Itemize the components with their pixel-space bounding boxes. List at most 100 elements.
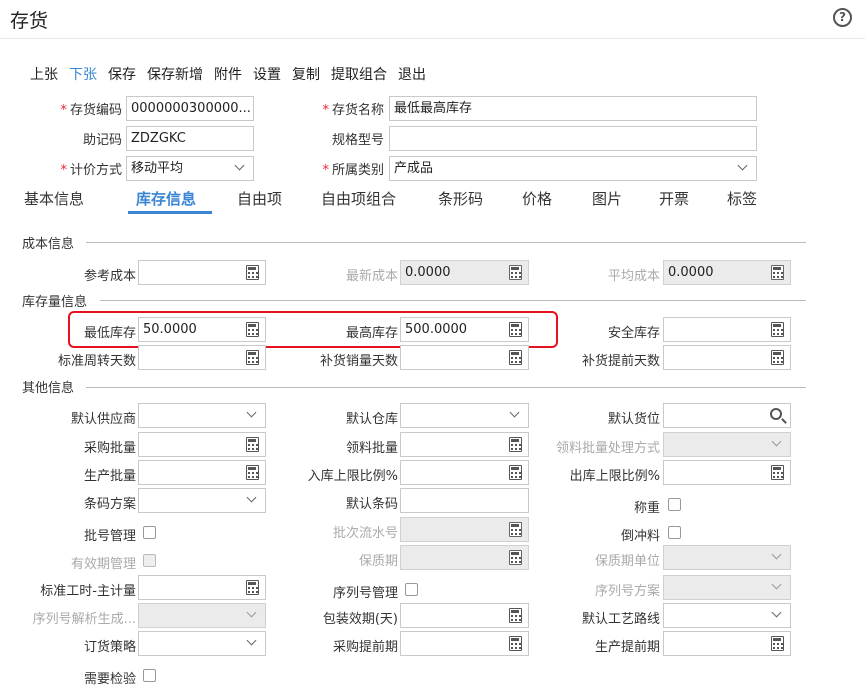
tab-free-items[interactable]: 自由项 — [237, 188, 282, 209]
lead-days-field[interactable] — [663, 345, 791, 370]
shelf-life-label: 保质期 — [358, 554, 398, 569]
calculator-icon[interactable] — [246, 580, 259, 595]
chevron-down-icon — [245, 635, 259, 649]
purchase-lead-field[interactable] — [400, 631, 529, 656]
serial-parse-select — [138, 603, 266, 628]
save-button[interactable]: 保存 — [108, 64, 136, 84]
calculator-icon[interactable] — [771, 636, 784, 651]
spec-field[interactable] — [389, 126, 757, 151]
prev-button[interactable]: 上张 — [30, 64, 58, 84]
calculator-icon[interactable] — [771, 465, 784, 480]
inspect-label: 需要检验 — [83, 672, 136, 687]
expiry-mgmt-checkbox — [143, 554, 156, 567]
calculator-icon[interactable] — [246, 465, 259, 480]
warehouse-select[interactable] — [400, 403, 529, 428]
prod-batch-label: 生产批量 — [83, 469, 136, 484]
latest-cost-label: 最新成本 — [345, 269, 398, 284]
prod-batch-field[interactable] — [138, 460, 266, 485]
route-select[interactable] — [663, 603, 791, 628]
in-limit-field[interactable] — [400, 460, 529, 485]
question-circle-icon[interactable]: ? — [833, 8, 852, 27]
std-hours-field[interactable] — [138, 575, 266, 600]
tab-bar: 基本信息 库存信息 自由项 自由项组合 条形码 价格 图片 开票 标签 — [0, 188, 790, 214]
category-select[interactable]: 产成品 — [389, 156, 757, 181]
calculator-icon[interactable] — [509, 465, 522, 480]
attachment-button[interactable]: 附件 — [214, 64, 242, 84]
pricing-select[interactable]: 移动平均 — [126, 156, 254, 181]
backflush-checkbox[interactable] — [668, 526, 681, 539]
order-strategy-select[interactable] — [138, 631, 266, 656]
supplier-select[interactable] — [138, 403, 266, 428]
batch-mgmt-checkbox[interactable] — [143, 526, 156, 539]
calculator-icon[interactable] — [509, 608, 522, 623]
supplier-label: 默认供应商 — [70, 412, 136, 427]
extract-combo-button[interactable]: 提取组合 — [331, 64, 387, 84]
issue-batch-mode-label: 领料批量处理方式 — [555, 441, 660, 456]
serial-scheme-label: 序列号方案 — [594, 584, 660, 599]
code-field[interactable]: 0000000300000... — [126, 96, 254, 121]
spec-label: 规格型号 — [331, 133, 384, 148]
name-field[interactable]: 最低最高库存 — [389, 96, 757, 121]
tab-basic-info[interactable]: 基本信息 — [24, 188, 84, 209]
purchase-batch-field[interactable] — [138, 432, 266, 457]
weigh-checkbox[interactable] — [668, 498, 681, 511]
category-label: * 所属类别 — [322, 163, 384, 178]
calculator-icon[interactable] — [509, 636, 522, 651]
replenish-days-label: 补货销量天数 — [319, 354, 398, 369]
turnover-days-field[interactable] — [138, 345, 266, 370]
barcode-scheme-select[interactable] — [138, 488, 266, 513]
expiry-mgmt-label: 有效期管理 — [70, 557, 136, 572]
window-title: 存货 — [10, 10, 49, 32]
tab-invoice[interactable]: 开票 — [659, 188, 689, 209]
highlight-box — [68, 311, 558, 348]
header-divider — [0, 38, 865, 39]
save-new-button[interactable]: 保存新增 — [147, 64, 203, 84]
safe-stock-label: 安全库存 — [607, 326, 660, 341]
section-divider — [100, 300, 806, 301]
inspect-checkbox[interactable] — [143, 669, 156, 682]
next-button[interactable]: 下张 — [69, 64, 97, 84]
settings-button[interactable]: 设置 — [253, 64, 281, 84]
prod-lead-field[interactable] — [663, 631, 791, 656]
location-field[interactable] — [663, 403, 791, 428]
serial-mgmt-checkbox[interactable] — [405, 583, 418, 596]
copy-button[interactable]: 复制 — [292, 64, 320, 84]
tab-barcode[interactable]: 条形码 — [438, 188, 483, 209]
ref-cost-field[interactable] — [138, 260, 266, 285]
calculator-icon — [509, 522, 522, 537]
calculator-icon[interactable] — [509, 350, 522, 365]
calculator-icon[interactable] — [246, 350, 259, 365]
batch-serial-label: 批次流水号 — [332, 526, 398, 541]
calculator-icon[interactable] — [771, 350, 784, 365]
mnemonic-field[interactable]: ZDZGKC — [126, 126, 254, 151]
tab-tags[interactable]: 标签 — [727, 188, 757, 209]
barcode-scheme-label: 条码方案 — [83, 497, 136, 512]
calculator-icon[interactable] — [509, 437, 522, 452]
search-icon[interactable] — [770, 408, 782, 420]
section-cost: 成本信息 — [22, 237, 75, 252]
safe-stock-field[interactable] — [663, 317, 791, 342]
default-barcode-field[interactable] — [400, 488, 529, 513]
chevron-down-icon — [770, 607, 784, 621]
tab-price[interactable]: 价格 — [522, 188, 552, 209]
calculator-icon — [771, 265, 784, 280]
serial-parse-label: 序列号解析生成... — [32, 612, 136, 627]
section-divider — [86, 387, 806, 388]
chevron-down-icon — [245, 407, 259, 421]
tab-stock-info[interactable]: 库存信息 — [136, 188, 196, 209]
replenish-days-field[interactable] — [400, 345, 529, 370]
out-limit-field[interactable] — [663, 460, 791, 485]
calculator-icon[interactable] — [246, 437, 259, 452]
pack-field[interactable] — [400, 603, 529, 628]
tab-images[interactable]: 图片 — [592, 188, 622, 209]
chevron-down-icon — [233, 160, 247, 174]
chevron-down-icon — [245, 607, 259, 621]
exit-button[interactable]: 退出 — [398, 64, 426, 84]
std-hours-label: 标准工时-主计量 — [40, 584, 136, 599]
name-label: * 存货名称 — [322, 103, 384, 118]
tab-free-item-combo[interactable]: 自由项组合 — [321, 188, 396, 209]
calculator-icon[interactable] — [246, 265, 259, 280]
issue-batch-field[interactable] — [400, 432, 529, 457]
ref-cost-label: 参考成本 — [83, 269, 136, 284]
calculator-icon[interactable] — [771, 322, 784, 337]
